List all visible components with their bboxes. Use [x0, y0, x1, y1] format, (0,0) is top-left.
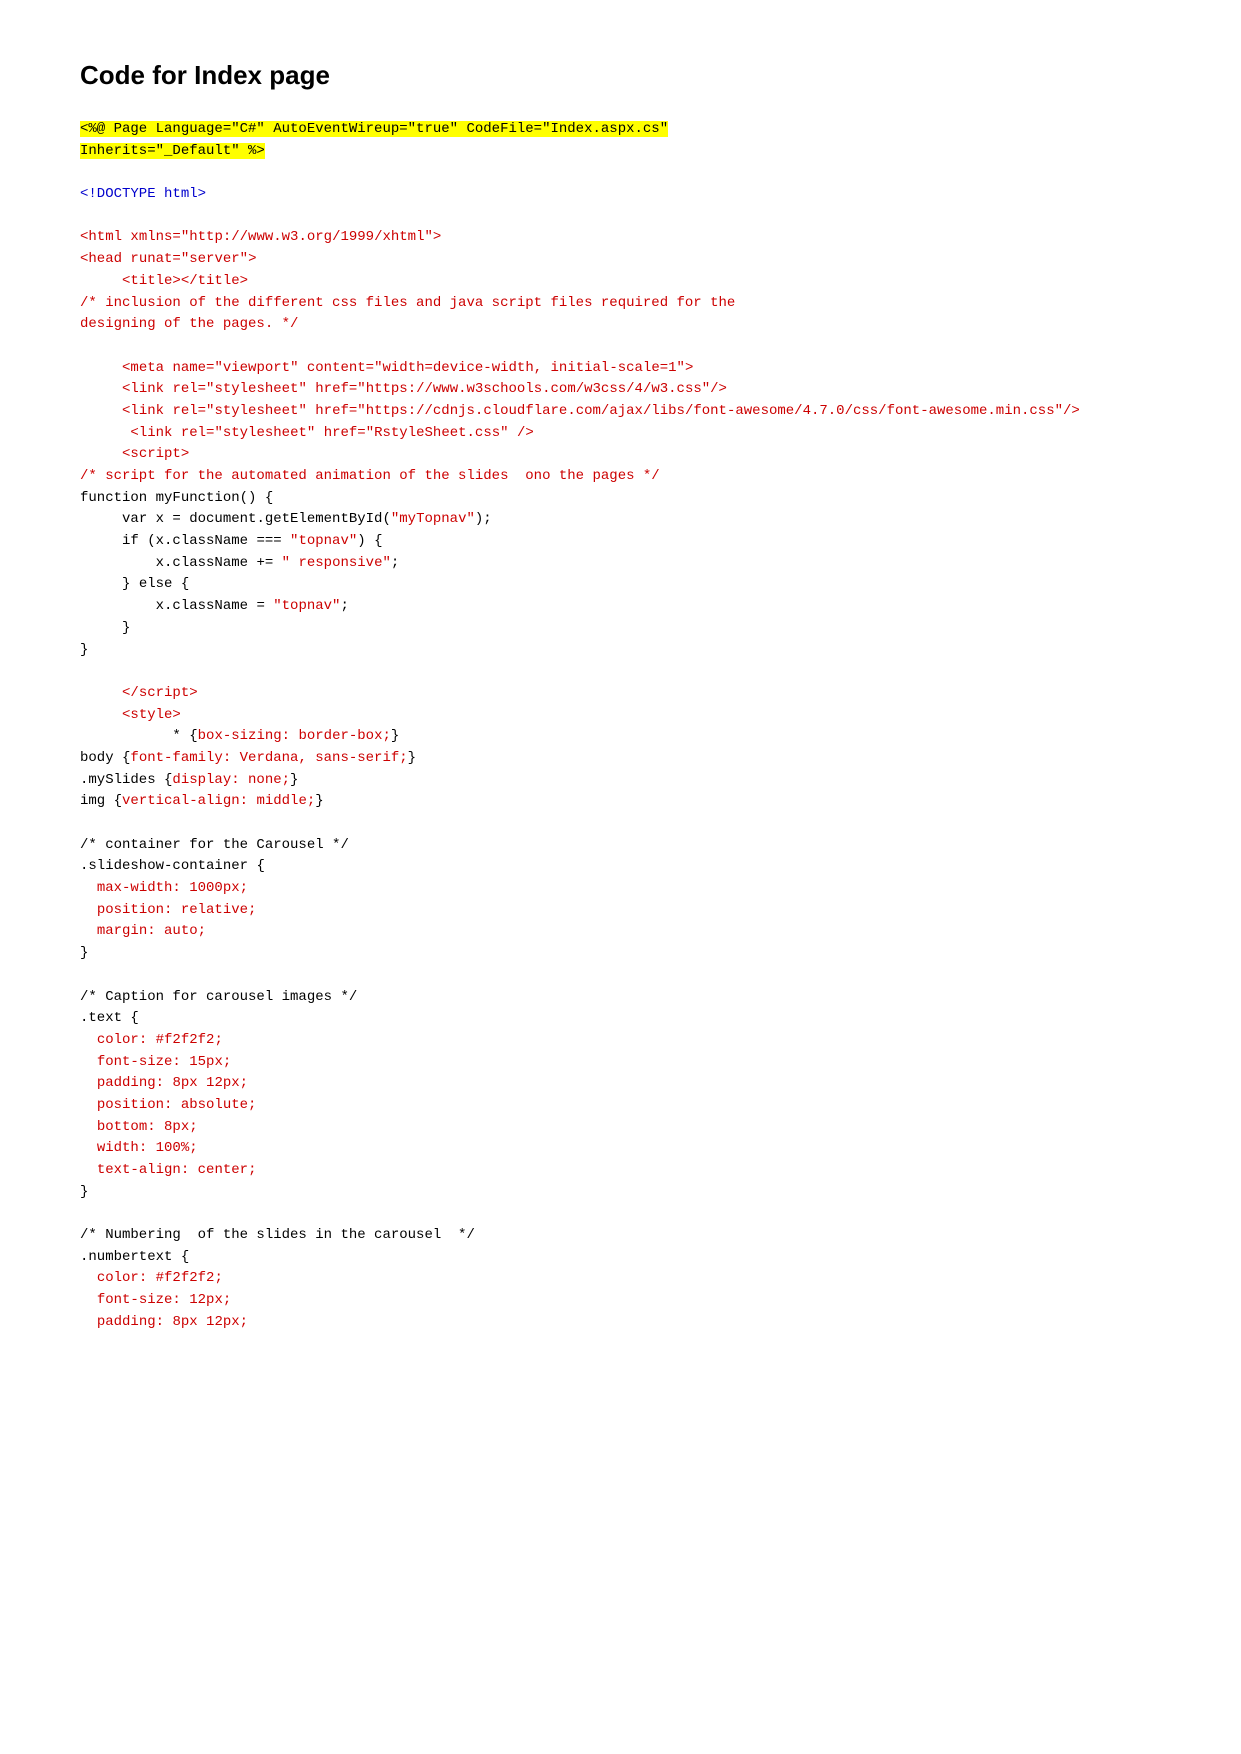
page-title: Code for Index page	[80, 60, 1161, 91]
code-content: <%@ Page Language="C#" AutoEventWireup="…	[80, 119, 1161, 1334]
